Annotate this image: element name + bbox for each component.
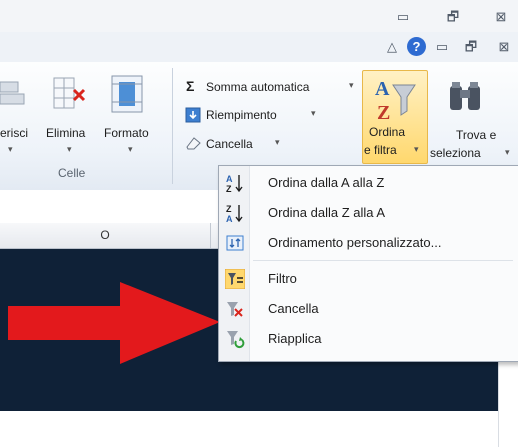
workbook-close-icon[interactable]: ⊠ [492,38,516,56]
delete-button-label[interactable]: Elimina [46,126,85,140]
menu-item-label: Cancella [268,301,319,316]
sort-az-icon: A Z [226,174,243,193]
svg-text:Z: Z [226,204,232,214]
group-separator [172,68,173,184]
insert-dropdown-icon[interactable]: ▾ [8,144,13,155]
find-select-dropdown-icon[interactable]: ▾ [505,147,510,158]
menu-item-label: Riapplica [268,331,322,346]
menu-item-label: Ordinamento personalizzato... [268,235,442,250]
insert-cells-icon[interactable] [0,76,30,116]
menu-item-reapply[interactable]: Riapplica [219,325,518,353]
title-bar: ▭ 🗗 ⊠ [0,0,518,32]
clear-dropdown-icon[interactable]: ▾ [275,137,280,148]
insert-button-label[interactable]: erisci [0,126,28,140]
format-dropdown-icon[interactable]: ▾ [128,144,133,155]
menu-item-sort-az[interactable]: A Z Ordina dalla A alla Z [219,169,518,197]
workbook-restore-icon[interactable]: 🗗 [459,38,483,56]
ribbon-toggle-icon[interactable]: △ [380,38,404,56]
restore-icon[interactable]: 🗗 [441,8,465,26]
autosum-button[interactable]: Somma automatica [206,80,309,94]
cells-group-label: Celle [58,166,86,180]
format-button-label[interactable]: Formato [104,126,149,140]
menu-separator [253,260,513,261]
svg-text:A: A [226,174,233,184]
menu-item-label: Ordina dalla Z alla A [268,205,386,220]
minimize-icon[interactable]: ▭ [391,8,415,26]
workbook-minimize-icon[interactable]: ▭ [430,38,454,56]
help-icon[interactable]: ? [407,37,426,56]
clear-filter-icon [227,302,243,317]
custom-sort-icon [226,235,244,251]
sort-za-icon: Z A [226,204,243,223]
find-select-label-1[interactable]: Trova e [456,128,496,142]
sort-filter-button[interactable]: A Z Ordina e filtra ▾ [362,70,428,164]
menu-item-sort-za[interactable]: Z A Ordina dalla Z alla A [219,199,518,227]
reapply-icon [227,331,245,349]
sort-filter-dropdown-icon[interactable]: ▾ [414,144,419,155]
menu-item-filter[interactable]: Filtro [219,265,518,293]
column-header-o[interactable]: O [0,223,211,248]
ribbon-tab-row: △ ? ▭ 🗗 ⊠ [0,32,518,62]
close-icon[interactable]: ⊠ [489,8,513,26]
menu-item-custom-sort[interactable]: Ordinamento personalizzato... [219,229,518,257]
filter-icon [225,269,245,289]
autosum-icon[interactable]: Σ [186,78,194,94]
menu-item-clear-filter[interactable]: Cancella [219,295,518,323]
eraser-icon[interactable] [184,135,202,151]
svg-text:A: A [375,78,390,100]
format-cells-icon[interactable] [106,72,150,118]
fill-icon[interactable] [185,107,201,123]
autosum-dropdown-icon[interactable]: ▾ [349,80,354,91]
sort-filter-label-1: Ordina [369,125,406,139]
svg-text:A: A [226,214,233,223]
delete-cells-icon[interactable] [50,74,90,118]
svg-text:Z: Z [226,184,232,193]
fill-dropdown-icon[interactable]: ▾ [311,108,316,119]
clear-button[interactable]: Cancella [206,137,253,151]
binoculars-icon[interactable] [446,78,486,118]
fill-button[interactable]: Riempimento [206,108,277,122]
sort-filter-label-2: e filtra [364,143,397,157]
sort-filter-menu: A Z Ordina dalla A alla Z Z A Ordina dal… [218,165,518,362]
menu-item-label: Ordina dalla A alla Z [268,175,385,190]
svg-text:Z: Z [377,102,390,123]
red-arrow-icon [8,282,220,364]
delete-dropdown-icon[interactable]: ▾ [67,144,72,155]
menu-item-label: Filtro [268,271,297,286]
find-select-label-2[interactable]: seleziona [430,146,481,160]
sort-filter-icon: A Z [375,78,416,123]
